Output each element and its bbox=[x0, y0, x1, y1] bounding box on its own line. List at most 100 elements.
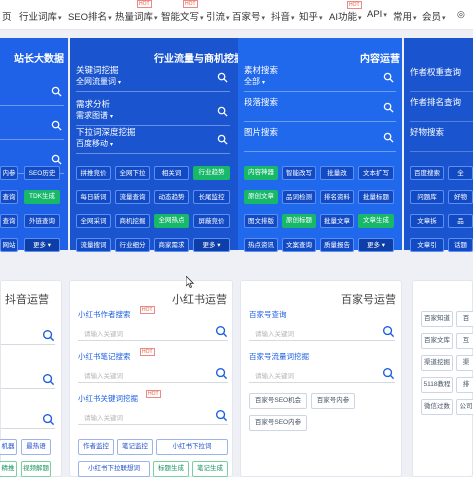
nav-item-hot-words[interactable]: 热量词库▾ bbox=[115, 9, 158, 23]
tool-chip[interactable]: 文章拆 bbox=[410, 214, 444, 228]
tool-chip[interactable]: 长尾监控 bbox=[193, 190, 230, 204]
tool-chip[interactable]: SEO历史 bbox=[24, 166, 60, 180]
tool-tag[interactable]: 笔记监控 bbox=[117, 439, 153, 455]
tool-chip[interactable]: 行业细分 bbox=[115, 238, 150, 252]
more-button[interactable]: 更多 ▾ bbox=[24, 238, 60, 252]
filter-row[interactable]: 素材搜索 全部 ▾ bbox=[244, 62, 396, 92]
tool-chip[interactable]: 全网采词 bbox=[76, 214, 111, 228]
filter-select[interactable]: 需求图谱 ▾ bbox=[76, 110, 113, 121]
tool-chip[interactable]: 流量搜词 bbox=[76, 238, 111, 252]
tool-chip[interactable]: 原创文章 bbox=[244, 190, 278, 204]
nav-item-industry-words[interactable]: 行业词库▾ bbox=[19, 9, 62, 23]
nav-item-ai[interactable]: AI功能▾ bbox=[329, 9, 362, 23]
filter-select[interactable]: 全部 ▾ bbox=[244, 76, 265, 87]
more-button[interactable]: 更多 ▾ bbox=[193, 238, 230, 252]
search-icon[interactable] bbox=[42, 413, 55, 426]
tool-chip[interactable]: 商机挖掘 bbox=[115, 214, 150, 228]
tool-chip[interactable]: 全网热点 bbox=[154, 214, 189, 228]
tool-chip[interactable]: 图文排版 bbox=[244, 214, 278, 228]
tool-chip[interactable]: 内容神器 bbox=[244, 166, 278, 180]
tool-tag[interactable]: 精推 bbox=[0, 461, 17, 477]
tool-tag[interactable]: 最热语 bbox=[21, 439, 51, 455]
filter-row[interactable] bbox=[0, 110, 64, 140]
search-icon[interactable] bbox=[382, 325, 395, 338]
tool-tag[interactable]: 百家文库 bbox=[421, 333, 453, 349]
tool-chip[interactable]: 原创标题 bbox=[282, 214, 316, 228]
tool-chip[interactable]: 查询 bbox=[0, 214, 18, 228]
tool-tag[interactable]: 机器 bbox=[0, 439, 17, 455]
tool-tag[interactable]: 百家号内参 bbox=[311, 393, 355, 409]
tool-chip[interactable]: 品 bbox=[448, 214, 473, 228]
search-icon[interactable] bbox=[42, 329, 55, 342]
tool-chip[interactable]: 屏蔽竞价 bbox=[193, 214, 230, 228]
filter-row[interactable]: 作者权重查询 bbox=[410, 62, 473, 92]
tool-tag[interactable]: 微信过数 bbox=[421, 399, 453, 415]
tool-chip[interactable]: 文本扩写 bbox=[358, 166, 394, 180]
search-icon[interactable] bbox=[217, 106, 228, 117]
tool-tag[interactable]: 作者监控 bbox=[78, 439, 114, 455]
nav-item-ai-writing[interactable]: 智能文写▾ bbox=[161, 9, 204, 23]
tool-tag[interactable]: 笔记生成 bbox=[192, 461, 228, 477]
tool-tag[interactable]: 百 bbox=[456, 311, 473, 327]
tool-chip[interactable]: 批量标题 bbox=[358, 190, 394, 204]
tool-chip[interactable]: 拼推竞价 bbox=[76, 166, 111, 180]
search-icon[interactable] bbox=[217, 72, 228, 83]
tool-chip[interactable]: 热点资讯 bbox=[244, 238, 278, 252]
baijiahao-traffic-word-input[interactable]: 请输入关键词 bbox=[249, 365, 395, 383]
nav-item-seo-rank[interactable]: SEO排名▾ bbox=[68, 9, 112, 23]
baijiahao-search-input[interactable]: 请输入关键词 bbox=[249, 323, 395, 341]
tool-chip[interactable]: 商家需求 bbox=[154, 238, 189, 252]
more-button[interactable]: 更多 ▾ bbox=[358, 238, 394, 252]
tool-chip[interactable]: 流量查询 bbox=[115, 190, 150, 204]
tool-tag[interactable]: 小红书下拉词 bbox=[156, 439, 228, 455]
search-icon[interactable] bbox=[215, 409, 228, 422]
filter-row[interactable]: 段落搜索 bbox=[244, 92, 396, 122]
tool-chip[interactable]: 相关词 bbox=[154, 166, 189, 180]
xhs-note-search-input[interactable]: 请输入关键词 bbox=[78, 365, 228, 383]
filter-row[interactable]: 作者排名查询 bbox=[410, 92, 473, 122]
tool-tag[interactable]: 互 bbox=[456, 333, 473, 349]
nav-item-douyin[interactable]: 抖音▾ bbox=[271, 9, 295, 23]
tool-chip[interactable]: 质量报告 bbox=[320, 238, 354, 252]
tool-chip[interactable]: 品词检测 bbox=[282, 190, 316, 204]
search-icon[interactable] bbox=[383, 102, 394, 113]
tool-chip[interactable]: 百度搜索 bbox=[410, 166, 444, 180]
filter-row[interactable]: 需求分析 需求图谱 ▾ bbox=[76, 96, 230, 126]
gold-icon[interactable]: ◎ bbox=[457, 9, 465, 20]
tool-tag[interactable]: 公司 bbox=[456, 399, 473, 415]
tool-chip[interactable]: 智能改写 bbox=[282, 166, 316, 180]
search-icon[interactable] bbox=[51, 154, 62, 165]
search-icon[interactable] bbox=[215, 367, 228, 380]
search-icon[interactable] bbox=[51, 86, 62, 97]
filter-row[interactable]: 图片搜索 bbox=[244, 122, 396, 152]
tool-chip[interactable]: 行业趋势 bbox=[193, 166, 230, 180]
search-icon[interactable] bbox=[383, 132, 394, 143]
nav-item-baijiahao[interactable]: 百家号▾ bbox=[232, 9, 265, 23]
tool-chip[interactable]: 批量改 bbox=[320, 166, 354, 180]
tool-chip[interactable]: 话题 bbox=[448, 238, 473, 252]
tool-tag[interactable]: 标题生成 bbox=[153, 461, 189, 477]
tool-tag[interactable]: 渠 bbox=[456, 355, 473, 371]
xhs-author-search-input[interactable]: 请输入关键词 bbox=[78, 323, 228, 341]
filter-row[interactable]: 下拉词深度挖掘 百度移动 ▾ bbox=[76, 124, 230, 154]
tool-tag[interactable]: 5118教程 bbox=[421, 377, 453, 393]
tool-chip[interactable]: 问题库 bbox=[410, 190, 444, 204]
tool-chip[interactable]: 全 bbox=[448, 166, 473, 180]
search-input[interactable] bbox=[1, 411, 55, 429]
nav-item-api[interactable]: API▾ bbox=[367, 9, 387, 20]
tool-chip[interactable]: 查询 bbox=[0, 190, 18, 204]
tool-chip[interactable]: 外链查询 bbox=[24, 214, 60, 228]
tool-chip[interactable]: 文案查询 bbox=[282, 238, 316, 252]
tool-chip[interactable]: 文章生成 bbox=[358, 214, 394, 228]
nav-item-home[interactable]: 页 bbox=[2, 9, 12, 23]
search-icon[interactable] bbox=[42, 373, 55, 386]
tool-tag[interactable]: 渠道挖掘 bbox=[421, 355, 453, 371]
tool-tag[interactable]: 百家号SEO机会 bbox=[249, 393, 307, 409]
tool-chip[interactable]: 每日新词 bbox=[76, 190, 111, 204]
search-icon[interactable] bbox=[383, 72, 394, 83]
tool-tag[interactable]: 百家号SEO内参 bbox=[249, 415, 307, 431]
filter-row[interactable]: 好物搜索 bbox=[410, 122, 473, 152]
tool-chip[interactable]: 批量文章 bbox=[320, 214, 354, 228]
tool-chip[interactable]: 内参 bbox=[0, 166, 18, 180]
nav-item-common[interactable]: 常用▾ bbox=[393, 9, 417, 23]
